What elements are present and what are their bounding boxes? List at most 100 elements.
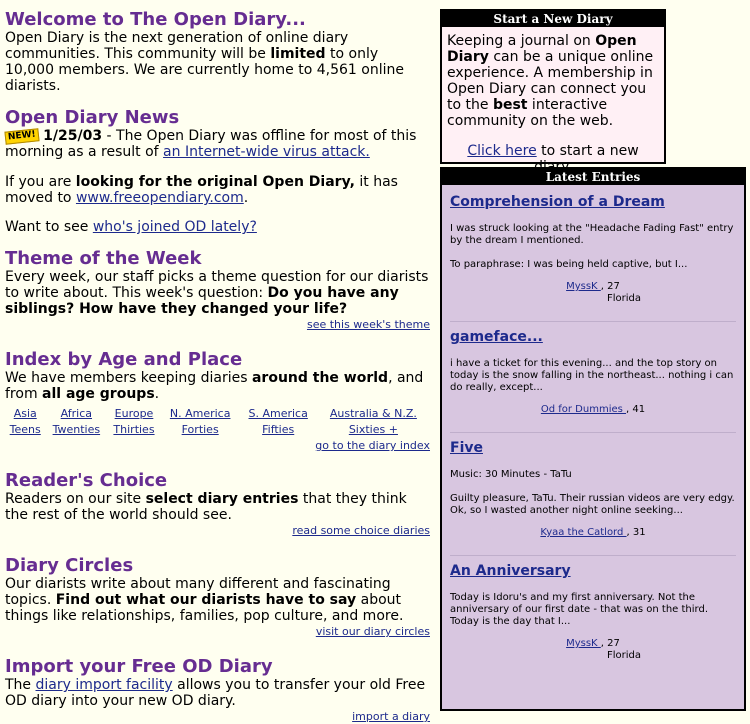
- theme-title: Theme of the Week: [5, 248, 202, 269]
- import-title: Import your Free OD Diary: [5, 656, 273, 677]
- start-bold-best: best: [492, 97, 528, 113]
- see-theme-link[interactable]: see this week's theme: [307, 318, 430, 331]
- import-section: Import your Free OD Diary The diary impo…: [5, 657, 430, 724]
- diary-index-link[interactable]: go to the diary index: [315, 439, 430, 452]
- entry-location: Florida: [606, 650, 641, 661]
- entry-title-link[interactable]: An Anniversary: [450, 563, 571, 579]
- news-section: Open Diary News NEW! 1/25/03 - The Open …: [4, 107, 430, 235]
- original-od-bold: looking for the original Open Diary,: [75, 174, 355, 190]
- freeopendiary-link[interactable]: www.freeopendiary.com: [76, 190, 244, 206]
- entry-excerpt: i have a ticket for this evening... and …: [450, 358, 734, 393]
- age-link-thirties[interactable]: Thirties: [113, 423, 154, 436]
- place-link-n-america[interactable]: N. America: [170, 407, 231, 420]
- joined-text: Want to see who's joined OD lately?: [5, 219, 430, 235]
- place-link-australia[interactable]: Australia & N.Z.: [330, 407, 417, 420]
- entry-title-link[interactable]: Comprehension of a Dream: [450, 194, 665, 210]
- choice-title: Reader's Choice: [5, 470, 168, 491]
- latest-entries-box: Latest Entries Comprehension of a Dream …: [440, 167, 746, 711]
- theme-text: Every week, our staff picks a theme ques…: [5, 269, 430, 317]
- entry-title: gameface...: [450, 328, 736, 346]
- welcome-text: Open Diary is the next generation of onl…: [5, 30, 430, 94]
- entry-divider: [450, 555, 736, 556]
- joined-a: Want to see: [5, 219, 93, 235]
- age-link-sixties[interactable]: Sixties +: [349, 423, 398, 436]
- entry-author-line: MyssK , 27: [450, 281, 736, 293]
- entry-excerpt: To paraphrase: I was being held captive,…: [450, 259, 688, 270]
- theme-link-row: see this week's theme: [5, 318, 430, 332]
- choice-link-row: read some choice diaries: [5, 524, 430, 538]
- index-link-row: go to the diary index: [5, 439, 430, 453]
- start-text-a: Keeping a journal on: [447, 33, 596, 49]
- choice-text-a: Readers on our site: [5, 491, 146, 507]
- entry-author-age: , 27: [600, 281, 620, 292]
- welcome-title: Welcome to The Open Diary...: [5, 9, 306, 30]
- entry-author-link[interactable]: MyssK: [566, 638, 601, 649]
- index-text-end: .: [154, 386, 160, 402]
- start-box-text: Keeping a journal on Open Diary can be a…: [447, 33, 659, 129]
- age-link-fifties[interactable]: Fifties: [262, 423, 294, 436]
- start-box-body: Keeping a journal on Open Diary can be a…: [442, 27, 664, 175]
- circles-link-row: visit our diary circles: [5, 625, 430, 639]
- virus-attack-link[interactable]: an Internet-wide virus attack.: [163, 144, 370, 160]
- index-bold-ages: all age groups: [42, 386, 155, 402]
- place-link-s-america[interactable]: S. America: [249, 407, 308, 420]
- entry-excerpt: I was struck looking at the "Headache Fa…: [450, 223, 734, 246]
- original-od-end: .: [243, 190, 249, 206]
- entry-author-line: Od for Dummies , 41: [450, 404, 736, 416]
- circles-section: Diary Circles Our diarists write about m…: [5, 556, 430, 639]
- entry-title-link[interactable]: Five: [450, 440, 483, 456]
- news-title: Open Diary News: [5, 107, 180, 128]
- list-item: Comprehension of a Dream I was struck lo…: [450, 193, 736, 305]
- age-link-twenties[interactable]: Twenties: [53, 423, 101, 436]
- age-link-teens[interactable]: Teens: [10, 423, 41, 436]
- index-title: Index by Age and Place: [5, 349, 243, 370]
- news-date: 1/25/03: [43, 128, 103, 144]
- import-text-a: The: [5, 677, 36, 693]
- choice-diaries-link[interactable]: read some choice diaries: [292, 524, 430, 537]
- start-diary-box: Start a New Diary Keeping a journal on O…: [440, 9, 666, 175]
- choice-bold: select diary entries: [145, 491, 299, 507]
- list-item: gameface... i have a ticket for this eve…: [450, 328, 736, 416]
- list-item: Five Music: 30 Minutes - TaTu Guilty ple…: [450, 439, 736, 539]
- entry-title: Comprehension of a Dream: [450, 193, 736, 211]
- index-bold-world: around the world: [251, 370, 389, 386]
- choice-section: Reader's Choice Readers on our site sele…: [5, 471, 430, 538]
- list-item: An Anniversary Today is Idoru's and my f…: [450, 562, 736, 662]
- entry-divider: [450, 321, 736, 322]
- circles-bold: Find out what our diarists have to say: [55, 592, 357, 608]
- places-row: Asia Africa Europe N. America S. America…: [5, 406, 430, 422]
- age-link-forties[interactable]: Forties: [182, 423, 219, 436]
- welcome-section: Welcome to The Open Diary... Open Diary …: [5, 9, 430, 95]
- main-column: Welcome to The Open Diary... Open Diary …: [4, 9, 430, 724]
- entry-title: An Anniversary: [450, 562, 736, 580]
- diary-circles-link[interactable]: visit our diary circles: [316, 625, 430, 638]
- entry-author-line: MyssK , 27: [450, 638, 736, 650]
- diary-import-link[interactable]: diary import facility: [36, 677, 173, 693]
- entry-location: Florida: [606, 293, 641, 304]
- circles-text: Our diarists write about many different …: [5, 576, 430, 624]
- whos-joined-link[interactable]: who's joined OD lately?: [93, 219, 257, 235]
- entry-author-age: , 41: [626, 404, 646, 415]
- entry-author-link[interactable]: Kyaa the Catlord: [540, 527, 626, 538]
- entry-author-age: , 31: [626, 527, 646, 538]
- entry-author-link[interactable]: MyssK: [566, 281, 601, 292]
- news-text: NEW! 1/25/03 - The Open Diary was offlin…: [4, 128, 430, 160]
- entry-excerpt: Guilty pleasure, TaTu. Their russian vid…: [450, 493, 735, 516]
- welcome-text-bold: limited: [270, 46, 326, 62]
- import-text: The diary import facility allows you to …: [5, 677, 430, 709]
- place-link-africa[interactable]: Africa: [61, 407, 92, 420]
- place-link-asia[interactable]: Asia: [14, 407, 37, 420]
- import-diary-link[interactable]: import a diary: [352, 710, 430, 723]
- entry-author-line: Kyaa the Catlord , 31: [450, 527, 736, 539]
- entry-author-link[interactable]: Od for Dummies: [541, 404, 626, 415]
- original-od-text: If you are looking for the original Open…: [5, 174, 430, 206]
- import-link-row: import a diary: [5, 710, 430, 724]
- entry-excerpt: Today is Idoru's and my first anniversar…: [450, 592, 709, 627]
- ages-row: Teens Twenties Thirties Forties Fifties …: [5, 422, 430, 438]
- click-here-link[interactable]: Click here: [467, 143, 536, 159]
- entry-divider: [450, 432, 736, 433]
- entry-title-link[interactable]: gameface...: [450, 329, 543, 345]
- theme-section: Theme of the Week Every week, our staff …: [5, 249, 430, 332]
- place-link-europe[interactable]: Europe: [115, 407, 154, 420]
- circles-title: Diary Circles: [5, 555, 134, 576]
